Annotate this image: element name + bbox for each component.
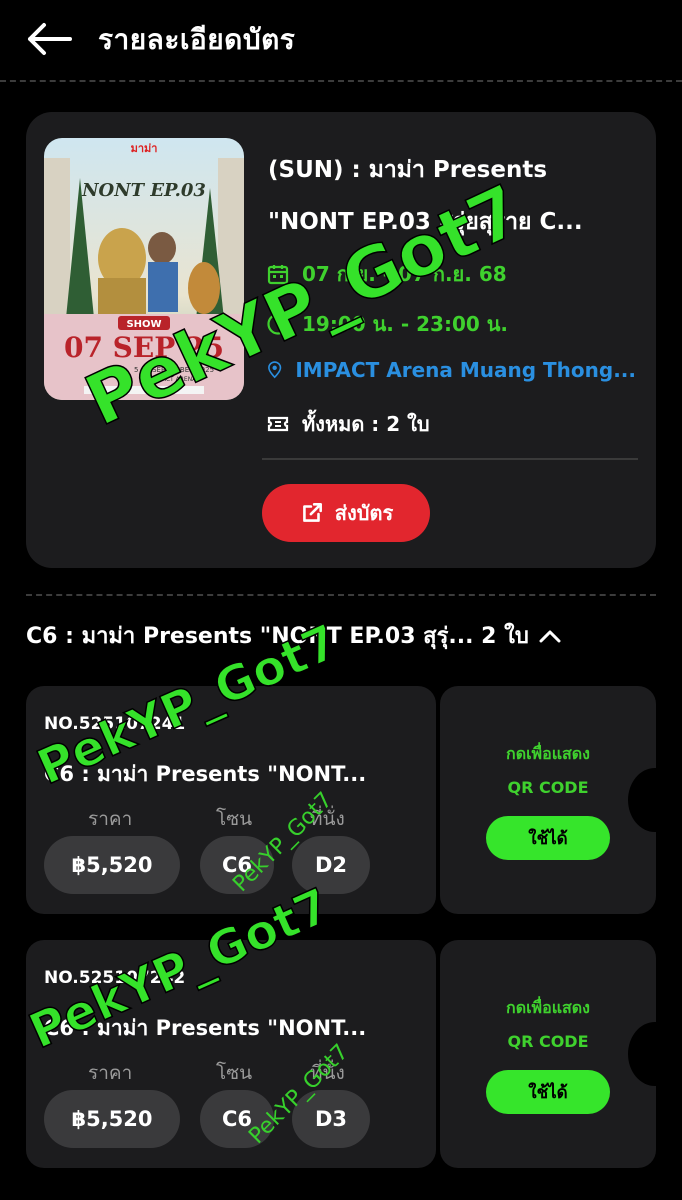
poster-brand: มาม่า: [131, 142, 158, 155]
event-venue[interactable]: IMPACT Arena Muang Thong...: [295, 358, 636, 382]
app-header: รายละเอียดบัตร: [0, 0, 682, 80]
event-card: มาม่า NONT EP.03 SHOW 07 SEP 25 5 - 7 SE…: [26, 112, 656, 568]
ticket-total-row: ทั้งหมด : 2 ใบ: [266, 408, 430, 440]
event-venue-row[interactable]: IMPACT Arena Muang Thong...: [266, 358, 636, 382]
price-value: ฿5,520: [44, 836, 180, 894]
ticket-icon: [267, 416, 289, 432]
event-day-title: (SUN) : มาม่า Presents: [268, 157, 548, 183]
ticket-total: ทั้งหมด : 2 ใบ: [302, 412, 430, 436]
zone-section-header[interactable]: C6 : มาม่า Presents "NONT EP.03 สุรุ่...…: [26, 618, 656, 653]
qr-code-label: QR CODE: [507, 778, 589, 797]
zone-label: โซน: [216, 808, 253, 830]
price-label: ราคา: [88, 808, 133, 830]
page-title: รายละเอียดบัตร: [98, 23, 296, 56]
ticket-status-button[interactable]: ใช้ได้: [486, 816, 610, 860]
qr-prompt: กดเพื่อแสดง: [506, 998, 590, 1017]
qr-prompt: กดเพื่อแสดง: [506, 744, 590, 763]
zone-label: โซน: [216, 1062, 253, 1084]
event-divider: [262, 458, 638, 460]
price-value: ฿5,520: [44, 1090, 180, 1148]
qr-stub[interactable]: กดเพื่อแสดง QR CODE ใช้ได้: [440, 940, 656, 1168]
arrow-left-icon[interactable]: [26, 22, 72, 56]
header-divider: [0, 80, 682, 82]
chevron-up-icon[interactable]: [539, 629, 561, 643]
svg-text:NONT EP.03: NONT EP.03: [81, 180, 206, 201]
external-link-icon: [302, 503, 322, 522]
ticket-status-button[interactable]: ใช้ได้: [486, 1070, 610, 1114]
qr-stub[interactable]: กดเพื่อแสดง QR CODE ใช้ได้: [440, 686, 656, 914]
qr-code-label: QR CODE: [507, 1032, 589, 1051]
section-divider: [26, 594, 656, 596]
price-label: ราคา: [88, 1062, 133, 1084]
send-ticket-label: ส่งบัตร: [334, 501, 394, 525]
send-ticket-button[interactable]: ส่งบัตร: [262, 484, 430, 542]
